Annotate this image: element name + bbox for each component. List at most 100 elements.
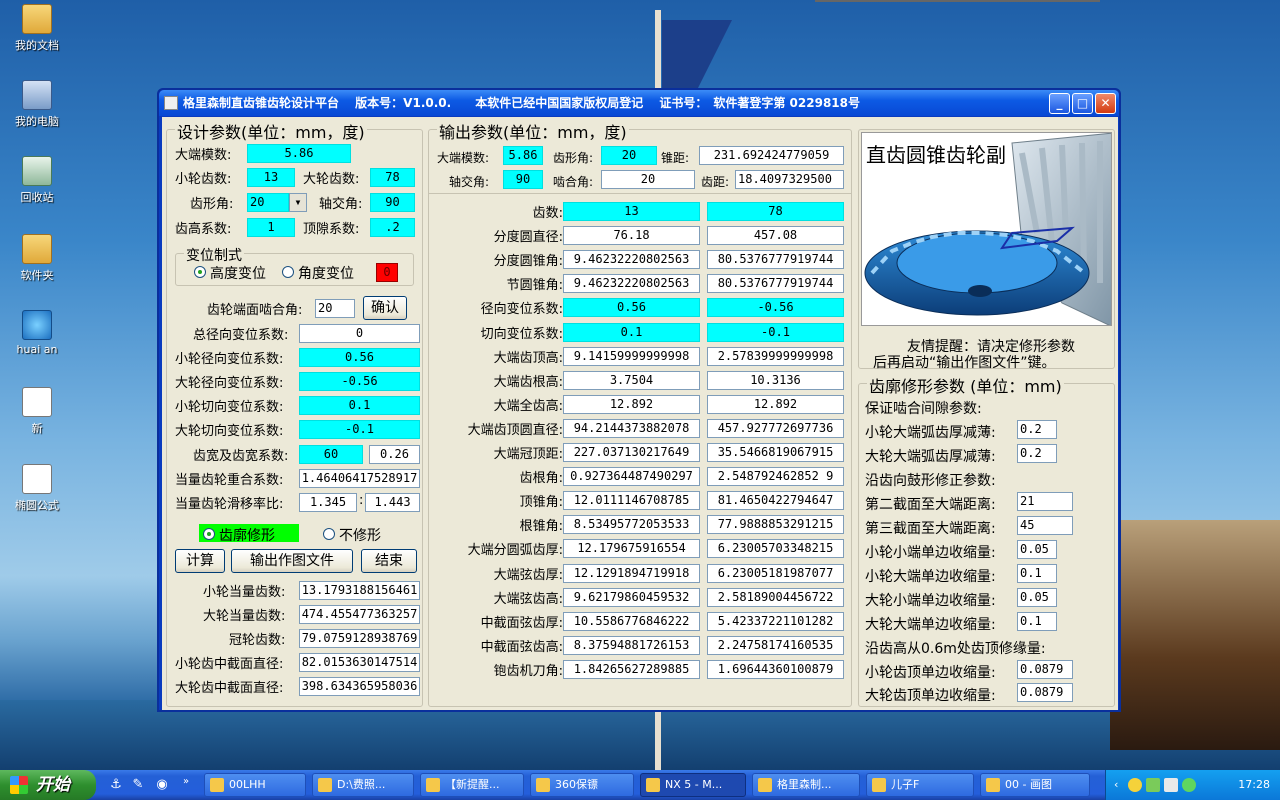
- close-button[interactable]: ✕: [1095, 93, 1116, 114]
- start-button[interactable]: 开始: [0, 770, 96, 800]
- gear-teeth-input[interactable]: 78: [370, 168, 415, 187]
- pinion-tip-input[interactable]: 0.0879: [1017, 660, 1073, 679]
- out-cone-output: 231.692424779059: [699, 146, 844, 165]
- output-row-label: 中截面弦齿高:: [480, 639, 563, 655]
- gear-tip-input[interactable]: 0.0879: [1017, 683, 1073, 702]
- desktop-icon-recycle-bin[interactable]: 回收站: [6, 156, 68, 205]
- pinion-large-input[interactable]: 0.1: [1017, 564, 1057, 583]
- addendum-coef-label: 齿高系数:: [175, 222, 232, 237]
- desktop-icon-new[interactable]: 新: [6, 387, 68, 436]
- shaft-angle-input[interactable]: 90: [370, 193, 415, 212]
- quicklaunch-anchor-icon[interactable]: ⚓: [108, 777, 124, 793]
- finish-button[interactable]: 结束: [361, 549, 417, 573]
- tray-network-icon[interactable]: [1146, 778, 1160, 792]
- no-mod-radio[interactable]: [323, 528, 335, 540]
- out-shaft-output: 90: [503, 170, 543, 189]
- pinion-tangential-input[interactable]: 0.1: [299, 396, 420, 415]
- gear-large-input[interactable]: 0.1: [1017, 612, 1057, 631]
- profile-mod-radio[interactable]: [203, 528, 215, 540]
- taskbar-task-button[interactable]: 00 - 画图: [980, 773, 1090, 797]
- gear-thin-input[interactable]: 0.2: [1017, 444, 1057, 463]
- tray-360-icon[interactable]: [1182, 778, 1196, 792]
- folder-icon: [22, 4, 52, 34]
- gear-preview-image: 直齿圆锥齿轮副: [861, 132, 1112, 326]
- angle-shift-radio[interactable]: [282, 266, 294, 278]
- sec2-input[interactable]: 21: [1017, 492, 1073, 511]
- output-row-label: 大端齿顶圆直径:: [467, 422, 563, 438]
- pinion-mid-dia-output: 82.0153630147514: [299, 653, 420, 672]
- out-module-label: 大端模数:: [437, 151, 490, 165]
- desktop-icon-huaian[interactable]: huai an: [6, 310, 68, 356]
- pinion-radial-input[interactable]: 0.56: [299, 348, 420, 367]
- taskbar-task-button[interactable]: NX 5 - M...: [640, 773, 746, 797]
- gear-teeth-label: 大轮齿数:: [303, 172, 360, 187]
- face-width-input[interactable]: 60: [299, 445, 363, 464]
- maximize-button[interactable]: □: [1072, 93, 1093, 114]
- confirm-button[interactable]: 确认: [363, 296, 407, 320]
- pinion-teeth-input[interactable]: 13: [247, 168, 295, 187]
- gear-radial-input[interactable]: -0.56: [299, 372, 420, 391]
- pressure-angle-select[interactable]: 20: [247, 193, 289, 212]
- taskbar-task-button[interactable]: 儿子F: [866, 773, 974, 797]
- pinion-thin-input[interactable]: 0.2: [1017, 420, 1057, 439]
- gear-value-output: 457.927772697736: [707, 418, 844, 438]
- clearance-coef-input[interactable]: .2: [370, 218, 415, 237]
- minimize-button[interactable]: _: [1049, 93, 1070, 114]
- sec3-input[interactable]: 45: [1017, 516, 1073, 535]
- quicklaunch-browser-icon[interactable]: ◉: [154, 777, 170, 793]
- module-label: 大端模数:: [175, 148, 232, 163]
- height-shift-radio[interactable]: [194, 266, 206, 278]
- title-bar[interactable]: 格里森制直齿锥齿轮设计平台 版本号：V1.0.0. 本软件已经中国国家版权局登记…: [159, 90, 1119, 116]
- pinion-value-output: 8.53495772053533: [563, 515, 700, 535]
- tray-qq-icon[interactable]: [1128, 778, 1142, 792]
- chevron-down-icon[interactable]: ▾: [289, 193, 307, 212]
- face-width-label: 齿宽及齿宽系数:: [193, 449, 289, 464]
- quicklaunch-more-icon[interactable]: »: [178, 774, 194, 790]
- output-row-label: 大端冠顶距:: [493, 447, 563, 462]
- tray-clock[interactable]: 17:28: [1238, 770, 1270, 800]
- mesh-angle-input[interactable]: 20: [315, 299, 355, 318]
- pinion-value-output: 227.037130217649: [563, 443, 700, 462]
- pinion-value-output: 10.5586776846222: [563, 611, 700, 631]
- backlash-title: 保证啮合间隙参数:: [865, 401, 982, 417]
- desktop-icon-ellipse-formula[interactable]: 椭圆公式: [6, 464, 68, 513]
- taskbar-task-button[interactable]: 360保镖: [530, 773, 634, 797]
- crown-teeth-label: 冠轮齿数:: [229, 633, 286, 648]
- taskbar: 开始 ⚓ ✎ ◉ » 00LHH D:\费照... 【新提醒... 360保镖 NX 5…: [0, 770, 1280, 800]
- desktop-icon-my-documents[interactable]: 我的文档: [6, 4, 68, 53]
- desktop-icon-my-computer[interactable]: 我的电脑: [6, 80, 68, 129]
- calculate-button[interactable]: 计算: [175, 549, 225, 573]
- output-row-label: 大端分圆弧齿厚:: [467, 543, 563, 559]
- taskbar-task-button[interactable]: D:\费照...: [312, 773, 414, 797]
- total-shift-input[interactable]: 0: [299, 324, 420, 343]
- recycle-bin-icon: [22, 156, 52, 186]
- folder-icon: [22, 234, 52, 264]
- gear-small-input[interactable]: 0.05: [1017, 588, 1057, 607]
- pinion-small-input[interactable]: 0.05: [1017, 540, 1057, 559]
- taskbar-task-button[interactable]: 00LHH: [204, 773, 306, 797]
- addendum-coef-input[interactable]: 1: [247, 218, 295, 237]
- gear-tangential-input[interactable]: -0.1: [299, 420, 420, 439]
- taskbar-task-button[interactable]: 格里森制...: [752, 773, 860, 797]
- gear-value-output: 80.5376777919744: [707, 274, 844, 294]
- tray-expand-icon[interactable]: ‹: [1114, 770, 1118, 800]
- tray-volume-icon[interactable]: [1164, 778, 1178, 792]
- face-width-coef-input[interactable]: 0.26: [369, 445, 420, 464]
- desktop-icon-software-folder[interactable]: 软件夹: [6, 234, 68, 283]
- pinion-value-output: 9.46232220802563: [563, 250, 700, 270]
- total-shift-label: 总径向变位系数:: [193, 328, 289, 343]
- taskbar-task-button[interactable]: 【新提醒...: [420, 773, 524, 797]
- quicklaunch-paint-icon[interactable]: ✎: [130, 777, 146, 793]
- out-mesh-label: 啮合角:: [553, 175, 594, 189]
- gear-value-output: 2.548792462852 9: [707, 467, 844, 487]
- pinion-value-output: 3.7504: [563, 370, 700, 390]
- export-drawing-button[interactable]: 输出作图文件: [231, 549, 353, 573]
- module-input[interactable]: 5.86: [247, 144, 351, 163]
- pinion-mid-dia-label: 小轮齿中截面直径:: [175, 657, 284, 672]
- pinion-small-label: 小轮小端单边收缩量:: [865, 545, 996, 561]
- modification-params-group: 齿廓修形参数 (单位：mm) 保证啮合间隙参数: 小轮大端弧齿厚减薄: 0.2 …: [858, 373, 1115, 707]
- output-row-label: 大端弦齿厚:: [493, 567, 563, 583]
- out-pa-output: 20: [601, 146, 657, 165]
- task-app-icon: [872, 778, 886, 792]
- preview-group: 直齿圆锥齿轮副 友情提醒：请决定修形参数 后再启动“输出作图文件”键。: [858, 129, 1115, 371]
